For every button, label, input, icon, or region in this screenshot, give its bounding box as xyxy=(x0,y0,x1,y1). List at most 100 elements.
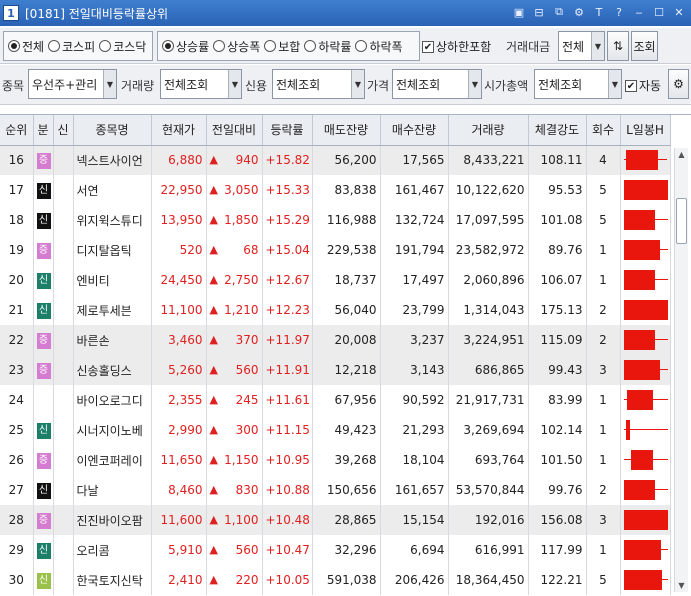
header-name[interactable]: 종목명 xyxy=(73,115,152,146)
chevron-down-icon: ▼ xyxy=(591,32,604,60)
direction-radio-fall-rate[interactable]: 하락률 xyxy=(304,38,351,55)
direction-radio-rise-rate[interactable]: 상승률 xyxy=(162,38,209,55)
header-strength[interactable]: 체결강도 xyxy=(528,115,587,146)
header-price[interactable]: 현재가 xyxy=(151,115,207,146)
market-badge-cell: 증 xyxy=(33,325,54,355)
header-daily-candle[interactable]: L일봉H xyxy=(620,115,671,146)
header-rank[interactable]: 순위 xyxy=(0,115,34,146)
candle-cell xyxy=(620,355,671,385)
scroll-thumb[interactable] xyxy=(676,198,687,244)
price-cell: 11,650 xyxy=(151,445,207,475)
vertical-scrollbar[interactable]: ▲ ▼ xyxy=(674,148,688,592)
header-ask-qty[interactable]: 매도잔량 xyxy=(312,115,381,146)
scroll-up-icon[interactable]: ▲ xyxy=(675,148,688,161)
table-row[interactable]: 24 바이오로그디 2,355 ▲ 245 +11.61 67,956 90,592 21,91… xyxy=(0,385,671,415)
stock-picker-button[interactable]: ⇅ xyxy=(607,31,629,61)
up-triangle-icon: ▲ xyxy=(209,363,218,376)
change-value: 300 xyxy=(235,423,259,437)
count-cell: 1 xyxy=(586,265,621,295)
price-cell: 2,410 xyxy=(151,565,207,595)
search-button[interactable]: 조회 xyxy=(631,31,658,61)
header-bid-qty[interactable]: 매수잔량 xyxy=(380,115,449,146)
name-cell: 신송홀딩스 xyxy=(73,355,152,385)
header-market-badge[interactable]: 분 xyxy=(33,115,54,146)
table-row[interactable]: 19 증 디지탈옵틱 520 ▲ 68 +15.04 229,538 191,794 23,582… xyxy=(0,235,671,265)
direction-radio-fall-amount[interactable]: 하락폭 xyxy=(355,38,403,55)
count-cell: 2 xyxy=(586,475,621,505)
header-change[interactable]: 전일대비 xyxy=(206,115,263,146)
ask-qty-cell: 49,423 xyxy=(312,415,381,445)
table-header: 순위 분 신 종목명 현재가 전일대비 등락률 매도잔량 매수잔량 거래량 체결… xyxy=(0,115,671,146)
up-triangle-icon: ▲ xyxy=(209,333,218,346)
price-label: 가격 xyxy=(367,79,390,93)
stock-type-select[interactable]: 우선주+관리 ▼ xyxy=(28,69,117,99)
table-row[interactable]: 28 증 진진바이오팜 11,600 ▲ 1,100 +10.48 28,865 15,154 1… xyxy=(0,505,671,535)
market-badge-cell: 증 xyxy=(33,505,54,535)
table-row[interactable]: 21 신 제로투세븐 11,100 ▲ 1,210 +12.23 56,040 23,799 1,… xyxy=(0,295,671,325)
scroll-down-icon[interactable]: ▼ xyxy=(675,579,688,592)
up-triangle-icon: ▲ xyxy=(209,153,218,167)
table-row[interactable]: 17 신 서연 22,950 ▲ 3,050 +15.33 83,838 161,467 10,1… xyxy=(0,175,671,205)
market-radio-all[interactable]: 전체 xyxy=(8,38,44,55)
candle-cell xyxy=(620,445,671,475)
link-icon[interactable]: ⊟ xyxy=(531,4,547,20)
table-row[interactable]: 16 증 넥스트사이언 6,880 ▲ 940 +15.82 56,200 17,565 8,43… xyxy=(0,145,671,175)
table-row[interactable]: 27 신 다날 8,460 ▲ 830 +10.88 150,656 161,657 53,570… xyxy=(0,475,671,505)
market-badge-cell: 신 xyxy=(33,535,54,565)
change-cell: ▲ 3,050 xyxy=(206,175,263,205)
gear-button[interactable]: ⚙ xyxy=(668,69,689,99)
market-cap-select[interactable]: 전체조회 ▼ xyxy=(534,69,622,99)
include-limit-checkbox[interactable]: ✔ 상하한포함 xyxy=(422,38,491,55)
window-number[interactable]: 1 xyxy=(3,5,19,21)
market-radio-kospi[interactable]: 코스피 xyxy=(48,38,95,55)
trade-amount-select[interactable]: 전체 ▼ xyxy=(558,31,605,61)
direction-radio-rise-amount[interactable]: 상승폭 xyxy=(213,38,260,55)
header-credit[interactable]: 신 xyxy=(53,115,74,146)
ask-qty-cell: 39,268 xyxy=(312,445,381,475)
table-row[interactable]: 26 증 이엔코퍼레이 11,650 ▲ 1,150 +10.95 39,268 18,104 6… xyxy=(0,445,671,475)
daily-candle xyxy=(623,268,668,292)
table-row[interactable]: 25 신 시너지이노베 2,990 ▲ 300 +11.15 49,423 21,293 3,26… xyxy=(0,415,671,445)
candle-body xyxy=(623,270,656,290)
header-count[interactable]: 회수 xyxy=(586,115,621,146)
table-row[interactable]: 22 증 바른손 3,460 ▲ 370 +11.97 20,008 3,237 3,224,95… xyxy=(0,325,671,355)
table-row[interactable]: 30 신 한국토지신탁 2,410 ▲ 220 +10.05 591,038 206,426 18… xyxy=(0,565,671,595)
settings-icon[interactable]: ⚙ xyxy=(571,4,587,20)
market-radio-kosdaq[interactable]: 코스닥 xyxy=(99,38,146,55)
market-badge: 증 xyxy=(36,452,51,469)
up-triangle-icon: ▲ xyxy=(209,243,218,256)
candle-cell xyxy=(620,505,671,535)
volume-select[interactable]: 전체조회 ▼ xyxy=(160,69,242,99)
credit-cell xyxy=(53,415,74,445)
strength-cell: 156.08 xyxy=(528,505,587,535)
credit-select[interactable]: 전체조회 ▼ xyxy=(272,69,365,99)
change-cell: ▲ 370 xyxy=(206,325,263,355)
header-volume[interactable]: 거래량 xyxy=(448,115,529,146)
multi-window-icon[interactable]: ▣ xyxy=(511,4,527,20)
count-cell: 2 xyxy=(586,325,621,355)
price-select[interactable]: 전체조회 ▼ xyxy=(392,69,482,99)
ask-qty-cell: 67,956 xyxy=(312,385,381,415)
minimize-icon[interactable]: ‒ xyxy=(631,4,647,20)
popout-icon[interactable]: ⧉ xyxy=(551,4,567,20)
direction-radio-flat[interactable]: 보합 xyxy=(264,38,300,55)
help-icon[interactable]: ? xyxy=(611,4,627,20)
font-icon[interactable]: T xyxy=(591,4,607,20)
volume-cell: 8,433,221 xyxy=(448,145,529,175)
table-row[interactable]: 29 신 오리콤 5,910 ▲ 560 +10.47 32,296 6,694 616,991 1… xyxy=(0,535,671,565)
table-row[interactable]: 20 신 엔비티 24,450 ▲ 2,750 +12.67 18,737 17,497 2,06… xyxy=(0,265,671,295)
volume-cell: 17,097,595 xyxy=(448,205,529,235)
close-icon[interactable]: ✕ xyxy=(671,4,687,20)
strength-cell: 106.07 xyxy=(528,265,587,295)
count-cell: 3 xyxy=(586,355,621,385)
rank-cell: 17 xyxy=(0,175,34,205)
maximize-icon[interactable]: ☐ xyxy=(651,4,667,20)
up-triangle-icon: ▲ xyxy=(209,393,218,406)
rank-cell: 28 xyxy=(0,505,34,535)
volume-label: 거래량 xyxy=(121,79,155,93)
table-row[interactable]: 23 증 신송홀딩스 5,260 ▲ 560 +11.91 12,218 3,143 686,86… xyxy=(0,355,671,385)
change-value: 1,150 xyxy=(224,453,259,467)
header-rate[interactable]: 등락률 xyxy=(262,115,313,146)
auto-checkbox[interactable]: ✔ 자동 xyxy=(625,77,661,94)
table-row[interactable]: 18 신 위지윅스튜디 13,950 ▲ 1,850 +15.29 116,988 132,72… xyxy=(0,205,671,235)
